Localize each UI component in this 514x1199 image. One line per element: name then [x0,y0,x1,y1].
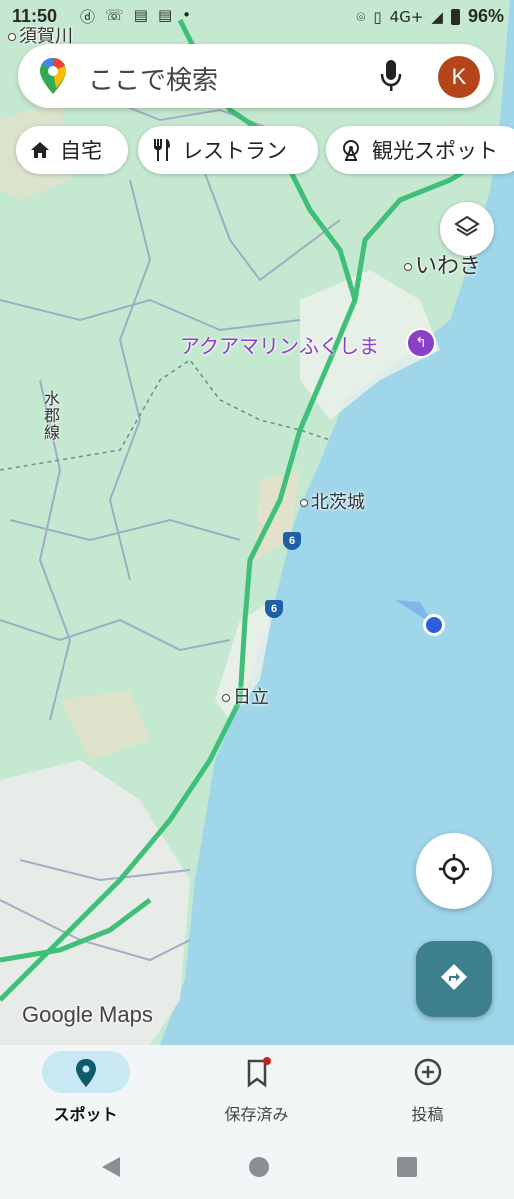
layers-button[interactable] [440,202,494,256]
calendar-icon: ▤ [133,6,148,24]
more-dot-icon: • [182,6,192,24]
poi-marker-icon[interactable]: ↰ [406,328,436,358]
ferris-wheel-icon [340,139,362,161]
nav-tab-label: スポット [53,1105,118,1124]
wifi-call-icon: ☏ [105,6,124,24]
directions-button[interactable] [416,941,492,1017]
d-app-icon: ⓓ [80,8,96,26]
battery-icon [450,8,460,25]
vibrate-icon: ▯ [373,7,382,26]
route-6-shield: 6 [283,532,301,550]
chip-home[interactable]: 自宅 [16,126,128,174]
directions-icon [439,962,469,996]
bookmark-icon [242,1057,272,1093]
status-time: 11:50 [12,6,58,26]
poi-label-aquamarine[interactable]: アクアマリンふくしま [180,330,379,359]
nav-tab-saved[interactable]: 保存済み [171,1045,342,1137]
town-dot-icon [404,263,412,271]
microphone-icon[interactable] [380,60,402,96]
battery-percent: 96% [467,6,504,26]
fork-knife-icon [152,139,172,161]
town-dot-icon [300,499,308,507]
map-label-hitachi[interactable]: 日立 [222,683,269,709]
signal-icon: ◢ [431,7,443,26]
search-input[interactable]: ここで検索 [88,60,218,97]
system-navigation-bar [0,1137,514,1199]
nav-tab-label: 保存済み [224,1105,289,1124]
system-icons: ⌾ ▯ 4G+ ◢ 96% [356,6,504,27]
google-maps-logo-icon [40,58,66,98]
google-maps-attribution: Google Maps [22,1002,153,1027]
calendar-icon: ▤ [157,6,173,24]
home-circle-icon[interactable] [248,1156,270,1182]
chip-tourist-spot[interactable]: 観光スポット [326,126,514,174]
chip-restaurant[interactable]: レストラン [138,126,318,174]
bottom-navigation: スポット 保存済み 投稿 [0,1045,514,1137]
town-dot-icon [222,694,230,702]
notification-icons: ⓓ ☏ ▤ ▤ • [80,6,191,27]
location-icon: ⌾ [356,7,366,26]
recents-icon[interactable] [396,1156,418,1182]
map-label-suigun-line: 水郡線 [41,390,60,441]
home-icon [30,140,50,160]
nav-tab-explore[interactable]: スポット [0,1045,171,1137]
status-bar: 11:50 ⓓ ☏ ▤ ▤ • ⌾ ▯ 4G+ ◢ 96% [0,0,514,34]
network-type: 4G+ [389,7,424,26]
back-icon[interactable] [100,1155,122,1183]
my-location-button[interactable] [416,833,492,909]
route-6-shield: 6 [265,600,283,618]
add-circle-icon [413,1057,443,1093]
layers-icon [454,214,480,244]
nav-tab-label: 投稿 [411,1105,444,1124]
nav-tab-contribute[interactable]: 投稿 [342,1045,513,1137]
town-dot-icon [8,33,16,41]
account-avatar[interactable]: K [438,56,480,98]
map-label-kitaibaraki[interactable]: 北茨城 [300,488,365,514]
location-pin-icon [71,1057,101,1093]
crosshair-icon [438,853,470,889]
search-bar[interactable]: ここで検索 K [18,44,494,108]
